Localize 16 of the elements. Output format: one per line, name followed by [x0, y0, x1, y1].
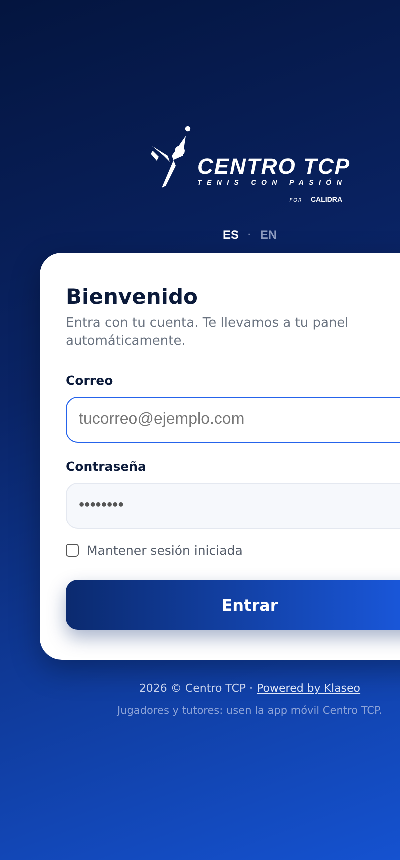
brand-name: CENTRO TCP: [198, 156, 350, 178]
separator-dot: ·: [248, 230, 252, 240]
language-option[interactable]: EN: [260, 228, 278, 242]
password-field[interactable]: ••••••••: [66, 483, 400, 529]
welcome-subtitle: Entra con tu cuenta. Te llevamos a tu panel automáticamente.: [66, 315, 350, 351]
welcome-title: Bienvenido: [66, 285, 199, 309]
email-field[interactable]: tucorreo@ejemplo.com: [66, 397, 400, 443]
remember-label: Mantener sesión iniciada: [87, 543, 243, 558]
login-button[interactable]: Entrar: [66, 580, 400, 630]
language-option[interactable]: ES: [222, 228, 239, 242]
remember-checkbox[interactable]: [66, 544, 79, 557]
app-note: Jugadores y tutores: usen la app móvil Centro TCP.: [117, 705, 383, 717]
powered-by-link[interactable]: Powered by Klaseo: [257, 682, 361, 695]
copyright-text: 2026 © Centro TCP ·: [139, 682, 254, 695]
password-label: Contraseña: [66, 459, 148, 474]
email-label: Correo: [66, 373, 114, 388]
